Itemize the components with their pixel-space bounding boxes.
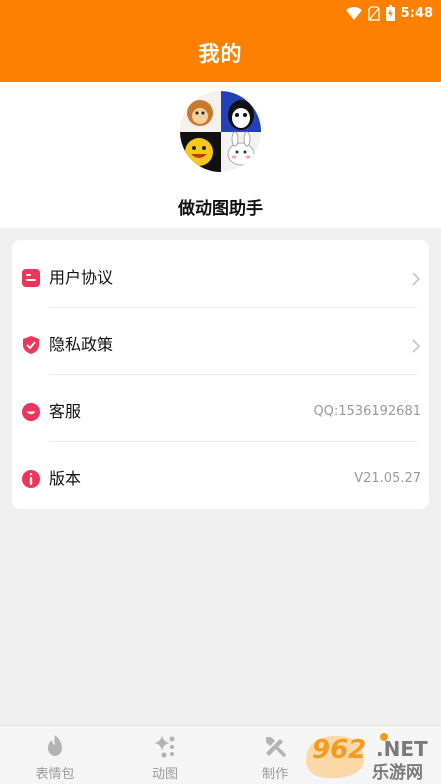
divider — [49, 441, 417, 442]
tab-label: 表情包 — [35, 767, 75, 782]
menu-item-label: 版本 — [49, 469, 82, 488]
shield-check-icon — [21, 335, 41, 355]
status-time: 5:48 — [400, 5, 433, 21]
menu-item-label: 用户协议 — [49, 268, 114, 287]
app-bar: 我的 — [0, 26, 441, 82]
tab-animated[interactable]: 动图 — [110, 726, 220, 784]
chevron-right-icon — [412, 272, 421, 286]
menu-item-customer-service[interactable]: 客服 QQ:1536192681 — [12, 378, 429, 445]
status-bar: 5:48 — [0, 0, 441, 26]
avatar[interactable] — [180, 91, 261, 172]
smile-icon — [21, 402, 41, 422]
menu-item-version[interactable]: 版本 V21.05.27 — [12, 445, 429, 512]
menu-item-privacy-policy[interactable]: 隐私政策 — [12, 311, 429, 378]
menu-item-label: 客服 — [49, 402, 82, 421]
no-sim-icon — [368, 5, 380, 21]
menu-item-user-agreement[interactable]: 用户协议 — [12, 244, 429, 311]
document-icon — [21, 268, 41, 288]
svg-text:962: 962 — [312, 735, 366, 765]
wifi-icon — [345, 6, 362, 20]
watermark-logo: 962 .NET 乐游网 — [300, 728, 441, 784]
info-icon — [21, 469, 41, 489]
battery-charging-icon — [385, 5, 395, 21]
customer-service-qq[interactable]: QQ:1536192681 — [313, 403, 421, 421]
profile-section: 做动图助手 — [0, 82, 441, 228]
version-number: V21.05.27 — [354, 471, 421, 486]
chevron-right-icon — [412, 339, 421, 353]
divider — [49, 374, 417, 375]
tools-icon — [262, 733, 288, 759]
flame-icon — [42, 733, 68, 759]
divider — [49, 307, 417, 308]
tab-label: 动图 — [151, 767, 178, 782]
app-name: 做动图助手 — [178, 199, 263, 219]
settings-card: 用户协议 隐私政策 客服 QQ:1536192681 版本 V21.05.27 — [12, 240, 429, 509]
page-title: 我的 — [198, 42, 243, 66]
sparkle-icon — [152, 733, 178, 759]
menu-item-label: 隐私政策 — [49, 335, 114, 354]
svg-text:乐游网: 乐游网 — [372, 762, 423, 783]
status-icons: 5:48 — [345, 3, 433, 23]
tab-emoji-pack[interactable]: 表情包 — [0, 726, 110, 784]
